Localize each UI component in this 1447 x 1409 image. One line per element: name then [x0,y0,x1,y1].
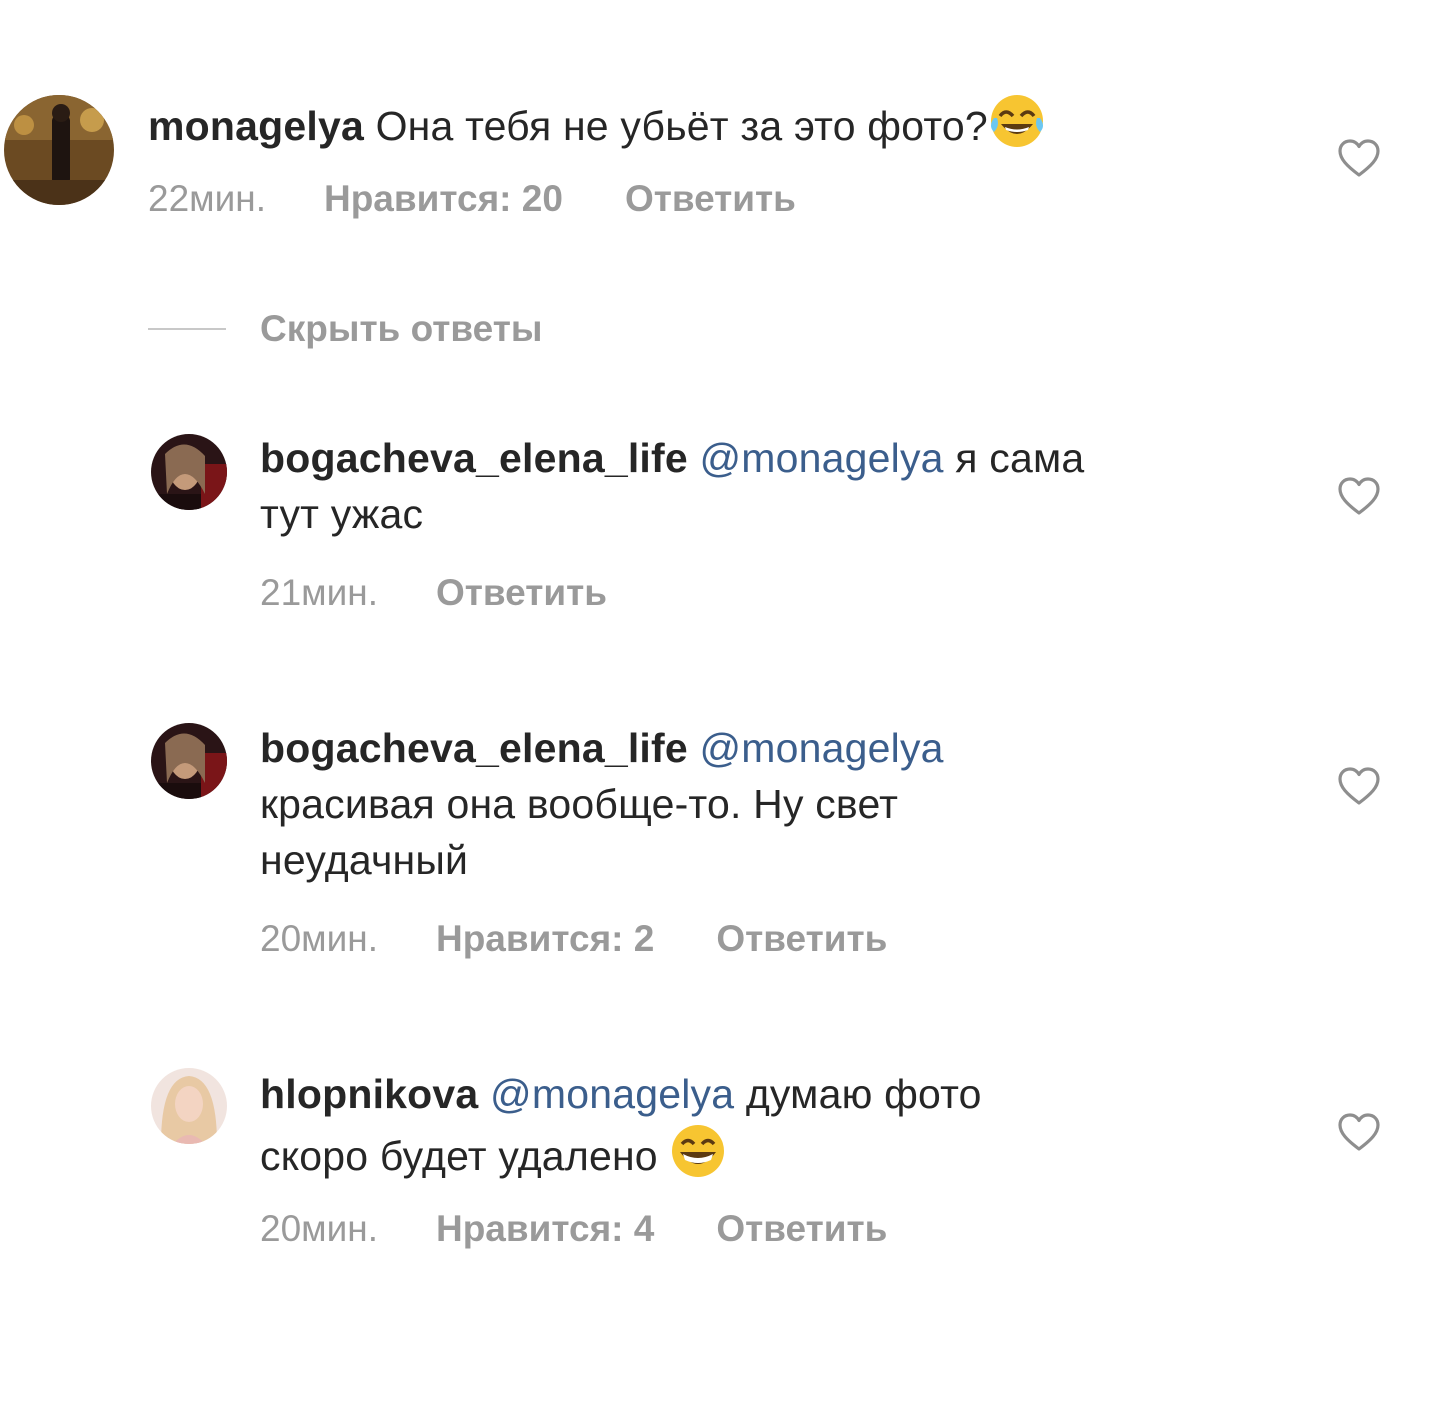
comment-text-line2: скоро будет удалено [260,1133,658,1179]
comment-meta: 21мин. Ответить [260,572,607,614]
like-heart-icon[interactable] [1337,138,1381,178]
reply-button[interactable]: Ответить [625,178,796,220]
comment-meta: 20мин. Нравится: 2 Ответить [260,918,887,960]
heart-icon [1338,477,1380,515]
comment-text: Она тебя не убьёт за это фото? [375,103,988,149]
hide-replies-label[interactable]: Скрыть ответы [260,308,542,350]
comment-username[interactable]: bogacheva_elena_life [260,435,688,481]
comment-time: 20мин. [260,918,378,959]
comment-time: 22мин. [148,178,266,219]
comment-text-line2: тут ужас [260,491,424,537]
comment-username[interactable]: hlopnikova [260,1071,478,1117]
like-heart-icon[interactable] [1337,1112,1381,1152]
reply-button[interactable]: Ответить [716,918,887,960]
avatar-monagelya[interactable] [4,95,114,205]
comment-body: monagelya Она тебя не убьёт за это фото? [148,92,1046,154]
mention-link[interactable]: @monagelya [490,1071,734,1117]
heart-icon [1338,1113,1380,1151]
mention-link[interactable]: @monagelya [699,435,943,481]
comment-text-line2: неудачный [260,837,469,883]
comment-meta: 20мин. Нравится: 4 Ответить [260,1208,887,1250]
comment-time: 21мин. [260,572,378,613]
avatar-image [151,434,227,510]
heart-icon [1338,767,1380,805]
avatar-image [151,723,227,799]
hide-replies-divider [148,328,226,330]
comment-time: 20мин. [260,1208,378,1249]
likes-count-button[interactable]: Нравится: 20 [324,178,563,220]
comment-username[interactable]: monagelya [148,103,364,149]
comment-text-line1: красивая она вообще-то. Ну свет [260,781,899,827]
avatar-hlopnikova[interactable] [151,1068,227,1144]
reply-button[interactable]: Ответить [716,1208,887,1250]
grinning-face-emoji [669,1122,727,1180]
avatar-image [151,1068,227,1144]
comment-username[interactable]: bogacheva_elena_life [260,725,688,771]
avatar-bogacheva[interactable] [151,723,227,799]
heart-icon [1338,139,1380,177]
like-heart-icon[interactable] [1337,766,1381,806]
likes-count-button[interactable]: Нравится: 2 [436,918,654,960]
comment-body: bogacheva_elena_life @monagelya красивая… [260,720,1310,888]
comment-text-line1: думаю фото [745,1071,982,1117]
hide-replies-toggle[interactable]: Скрыть ответы [148,306,542,352]
like-heart-icon[interactable] [1337,476,1381,516]
comment-meta: 22мин. Нравится: 20 Ответить [148,178,796,220]
avatar-bogacheva[interactable] [151,434,227,510]
reply-button[interactable]: Ответить [436,572,607,614]
likes-count-button[interactable]: Нравится: 4 [436,1208,654,1250]
mention-link[interactable]: @monagelya [699,725,943,771]
avatar-image [4,95,114,205]
comment-text-line1: я сама [955,435,1085,481]
comment-body: hlopnikova @monagelya думаю фото скоро б… [260,1066,1310,1184]
comment-body: bogacheva_elena_life @monagelya я сама т… [260,430,1310,542]
face-with-tears-of-joy-emoji [988,92,1046,150]
